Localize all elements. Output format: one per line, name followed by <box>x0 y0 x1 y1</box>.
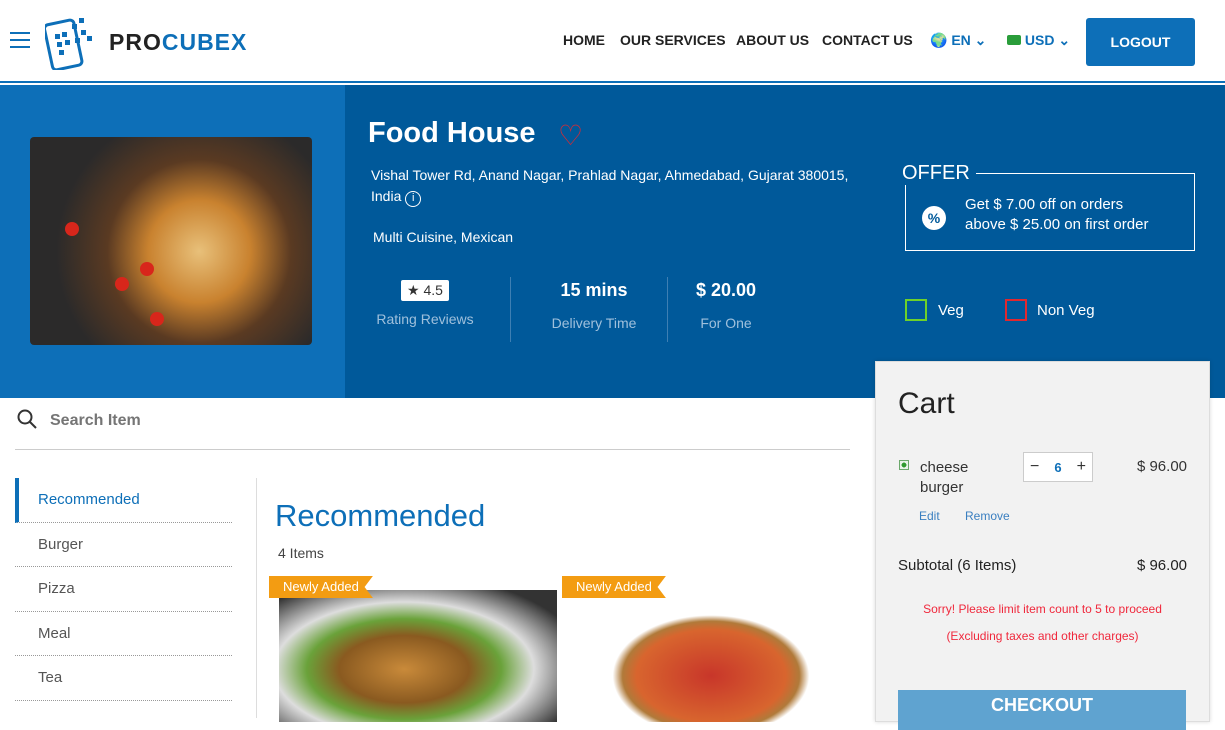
menu-icon[interactable] <box>10 32 30 48</box>
tax-note: (Excluding taxes and other charges) <box>946 629 1139 643</box>
flag-icon <box>1007 35 1021 45</box>
category-burger[interactable]: Burger <box>15 523 232 567</box>
discount-icon: % <box>922 206 946 230</box>
newly-added-badge: Newly Added <box>269 576 373 598</box>
search-icon <box>17 409 37 429</box>
chevron-down-icon: ⌄ <box>974 32 987 48</box>
cart-item-price: $ 96.00 <box>1136 458 1187 475</box>
search-bar[interactable] <box>15 400 850 450</box>
cart-item-name: cheese burger <box>920 459 969 496</box>
restaurant-image <box>30 137 312 345</box>
info-icon[interactable]: i <box>405 191 422 207</box>
category-tea[interactable]: Tea <box>15 656 232 701</box>
delivery-time: 15 mins Delivery Time <box>551 280 637 331</box>
subtotal-label: Subtotal (6 Items) <box>898 557 1017 574</box>
nav-home[interactable]: HOME <box>563 32 605 48</box>
nav-services[interactable]: OUR SERVICES <box>620 32 726 48</box>
header: PROCUBEX HOME OUR SERVICES ABOUT US CONT… <box>0 0 1225 83</box>
menu-item-pizza[interactable] <box>572 590 850 722</box>
brand-name: PROCUBEX <box>109 29 248 55</box>
remove-link[interactable]: Remove <box>965 509 1010 523</box>
category-list: Recommended Burger Pizza Meal Tea <box>15 478 232 701</box>
globe-icon: 🌍 <box>930 32 948 48</box>
offer-title: OFFER <box>902 162 976 185</box>
menu-item-burger[interactable] <box>279 590 557 722</box>
error-message: Sorry! Please limit item count to 5 to p… <box>923 602 1162 616</box>
edit-link[interactable]: Edit <box>919 509 940 523</box>
restaurant-banner: Food House ♡ Vishal Tower Rd, Anand Naga… <box>0 85 1225 398</box>
rating: ★ 4.5 Rating Reviews <box>376 280 474 327</box>
plus-icon[interactable]: + <box>1077 458 1086 476</box>
cart-title: Cart <box>898 387 955 420</box>
veg-checkbox[interactable] <box>905 299 927 321</box>
checkout-button[interactable]: CHECKOUT <box>898 690 1186 730</box>
quantity-stepper[interactable]: −6 + <box>1023 452 1093 482</box>
star-icon: ★ <box>407 282 420 298</box>
logo-icon <box>45 18 92 70</box>
category-recommended[interactable]: Recommended <box>15 478 232 523</box>
favorite-heart-icon[interactable]: ♡ <box>558 119 583 152</box>
currency-dropdown[interactable]: USD ⌄ <box>1007 32 1070 49</box>
address: Vishal Tower Rd, Anand Nagar, Prahlad Na… <box>371 167 849 183</box>
price-for-one: $ 20.00 For One <box>695 280 757 331</box>
item-count: 4 Items <box>278 545 324 561</box>
nav-about[interactable]: ABOUT US <box>736 32 809 48</box>
chevron-down-icon: ⌄ <box>1058 32 1071 48</box>
nonveg-checkbox[interactable] <box>1005 299 1027 321</box>
veg-indicator-icon <box>899 460 909 470</box>
logout-button[interactable]: LOGOUT <box>1086 18 1195 66</box>
minus-icon[interactable]: − <box>1030 458 1039 476</box>
category-pizza[interactable]: Pizza <box>15 567 232 612</box>
nav-contact[interactable]: CONTACT US <box>822 32 913 48</box>
language-dropdown[interactable]: 🌍 EN ⌄ <box>930 32 986 49</box>
cuisine: Multi Cuisine, Mexican <box>373 229 514 245</box>
cart-panel: Cart cheese burger −6 + $ 96.00 Edit Remov… <box>875 361 1210 730</box>
section-title: Recommended <box>275 498 486 533</box>
newly-added-badge: Newly Added <box>562 576 666 598</box>
subtotal-value: $ 96.00 <box>1136 557 1187 574</box>
restaurant-name: Food House <box>368 117 536 149</box>
category-meal[interactable]: Meal <box>15 612 232 656</box>
search-input[interactable] <box>50 412 750 430</box>
